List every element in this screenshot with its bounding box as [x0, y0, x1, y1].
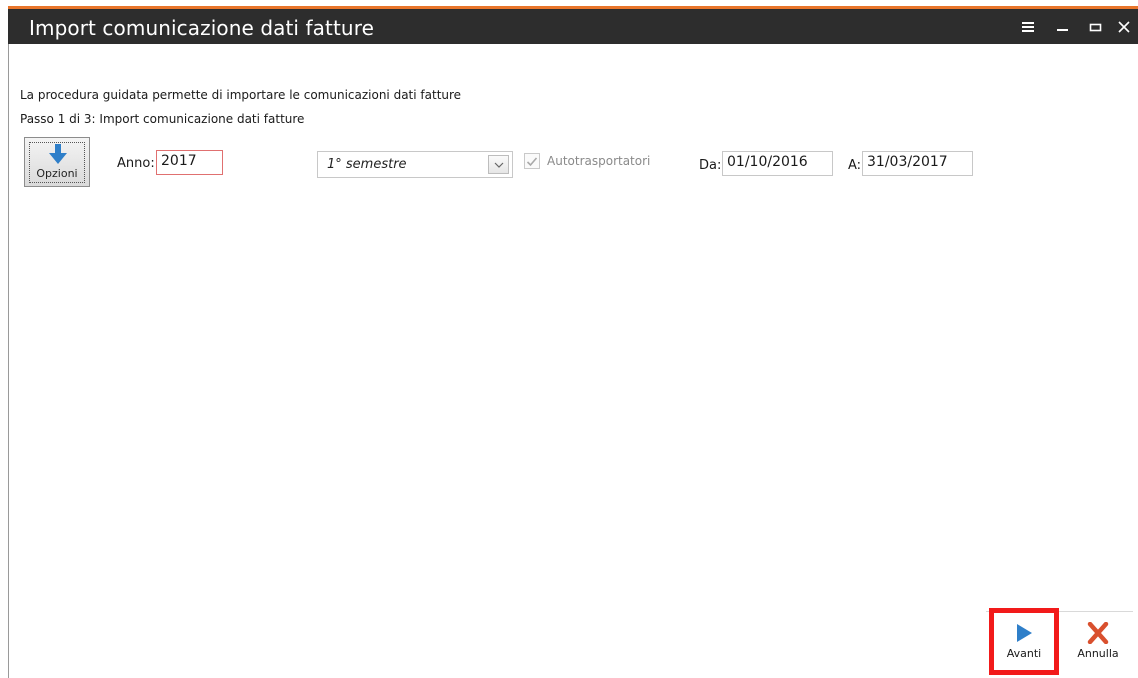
import-window: [8, 6, 1138, 678]
menu-icon[interactable]: [1013, 9, 1043, 44]
wizard-description: La procedura guidata permette di importa…: [20, 88, 462, 102]
avanti-highlight: [989, 608, 1059, 675]
a-label: A:: [848, 158, 862, 173]
maximize-icon[interactable]: [1081, 9, 1111, 44]
window-title: Import comunicazione dati fatture: [29, 16, 374, 40]
anno-input[interactable]: 2017: [156, 150, 223, 175]
close-icon[interactable]: [1109, 9, 1138, 44]
anno-label: Anno:: [117, 156, 155, 171]
opzioni-label: Opzioni: [36, 167, 78, 180]
opzioni-button[interactable]: Opzioni: [24, 137, 90, 187]
da-date-input[interactable]: 01/10/2016: [722, 151, 833, 176]
arrow-down-icon: [49, 144, 67, 164]
wizard-step-label: Passo 1 di 3: Import comunicazione dati …: [20, 112, 305, 126]
da-label: Da:: [699, 158, 722, 173]
periodo-select[interactable]: 1° semestre: [317, 151, 513, 178]
title-bar: Import comunicazione dati fatture: [8, 9, 1138, 44]
chevron-down-icon[interactable]: [488, 155, 509, 174]
minimize-icon[interactable]: [1048, 9, 1078, 44]
autotrasportatori-checkbox[interactable]: [524, 153, 540, 169]
check-icon: [526, 157, 538, 167]
autotrasportatori-label: Autotrasportatori: [547, 154, 651, 168]
cancel-x-icon: [1087, 621, 1109, 645]
annulla-label: Annulla: [1077, 647, 1119, 660]
annulla-button[interactable]: Annulla: [1070, 621, 1126, 660]
periodo-value: 1° semestre: [327, 157, 407, 172]
a-date-input[interactable]: 31/03/2017: [862, 151, 973, 176]
